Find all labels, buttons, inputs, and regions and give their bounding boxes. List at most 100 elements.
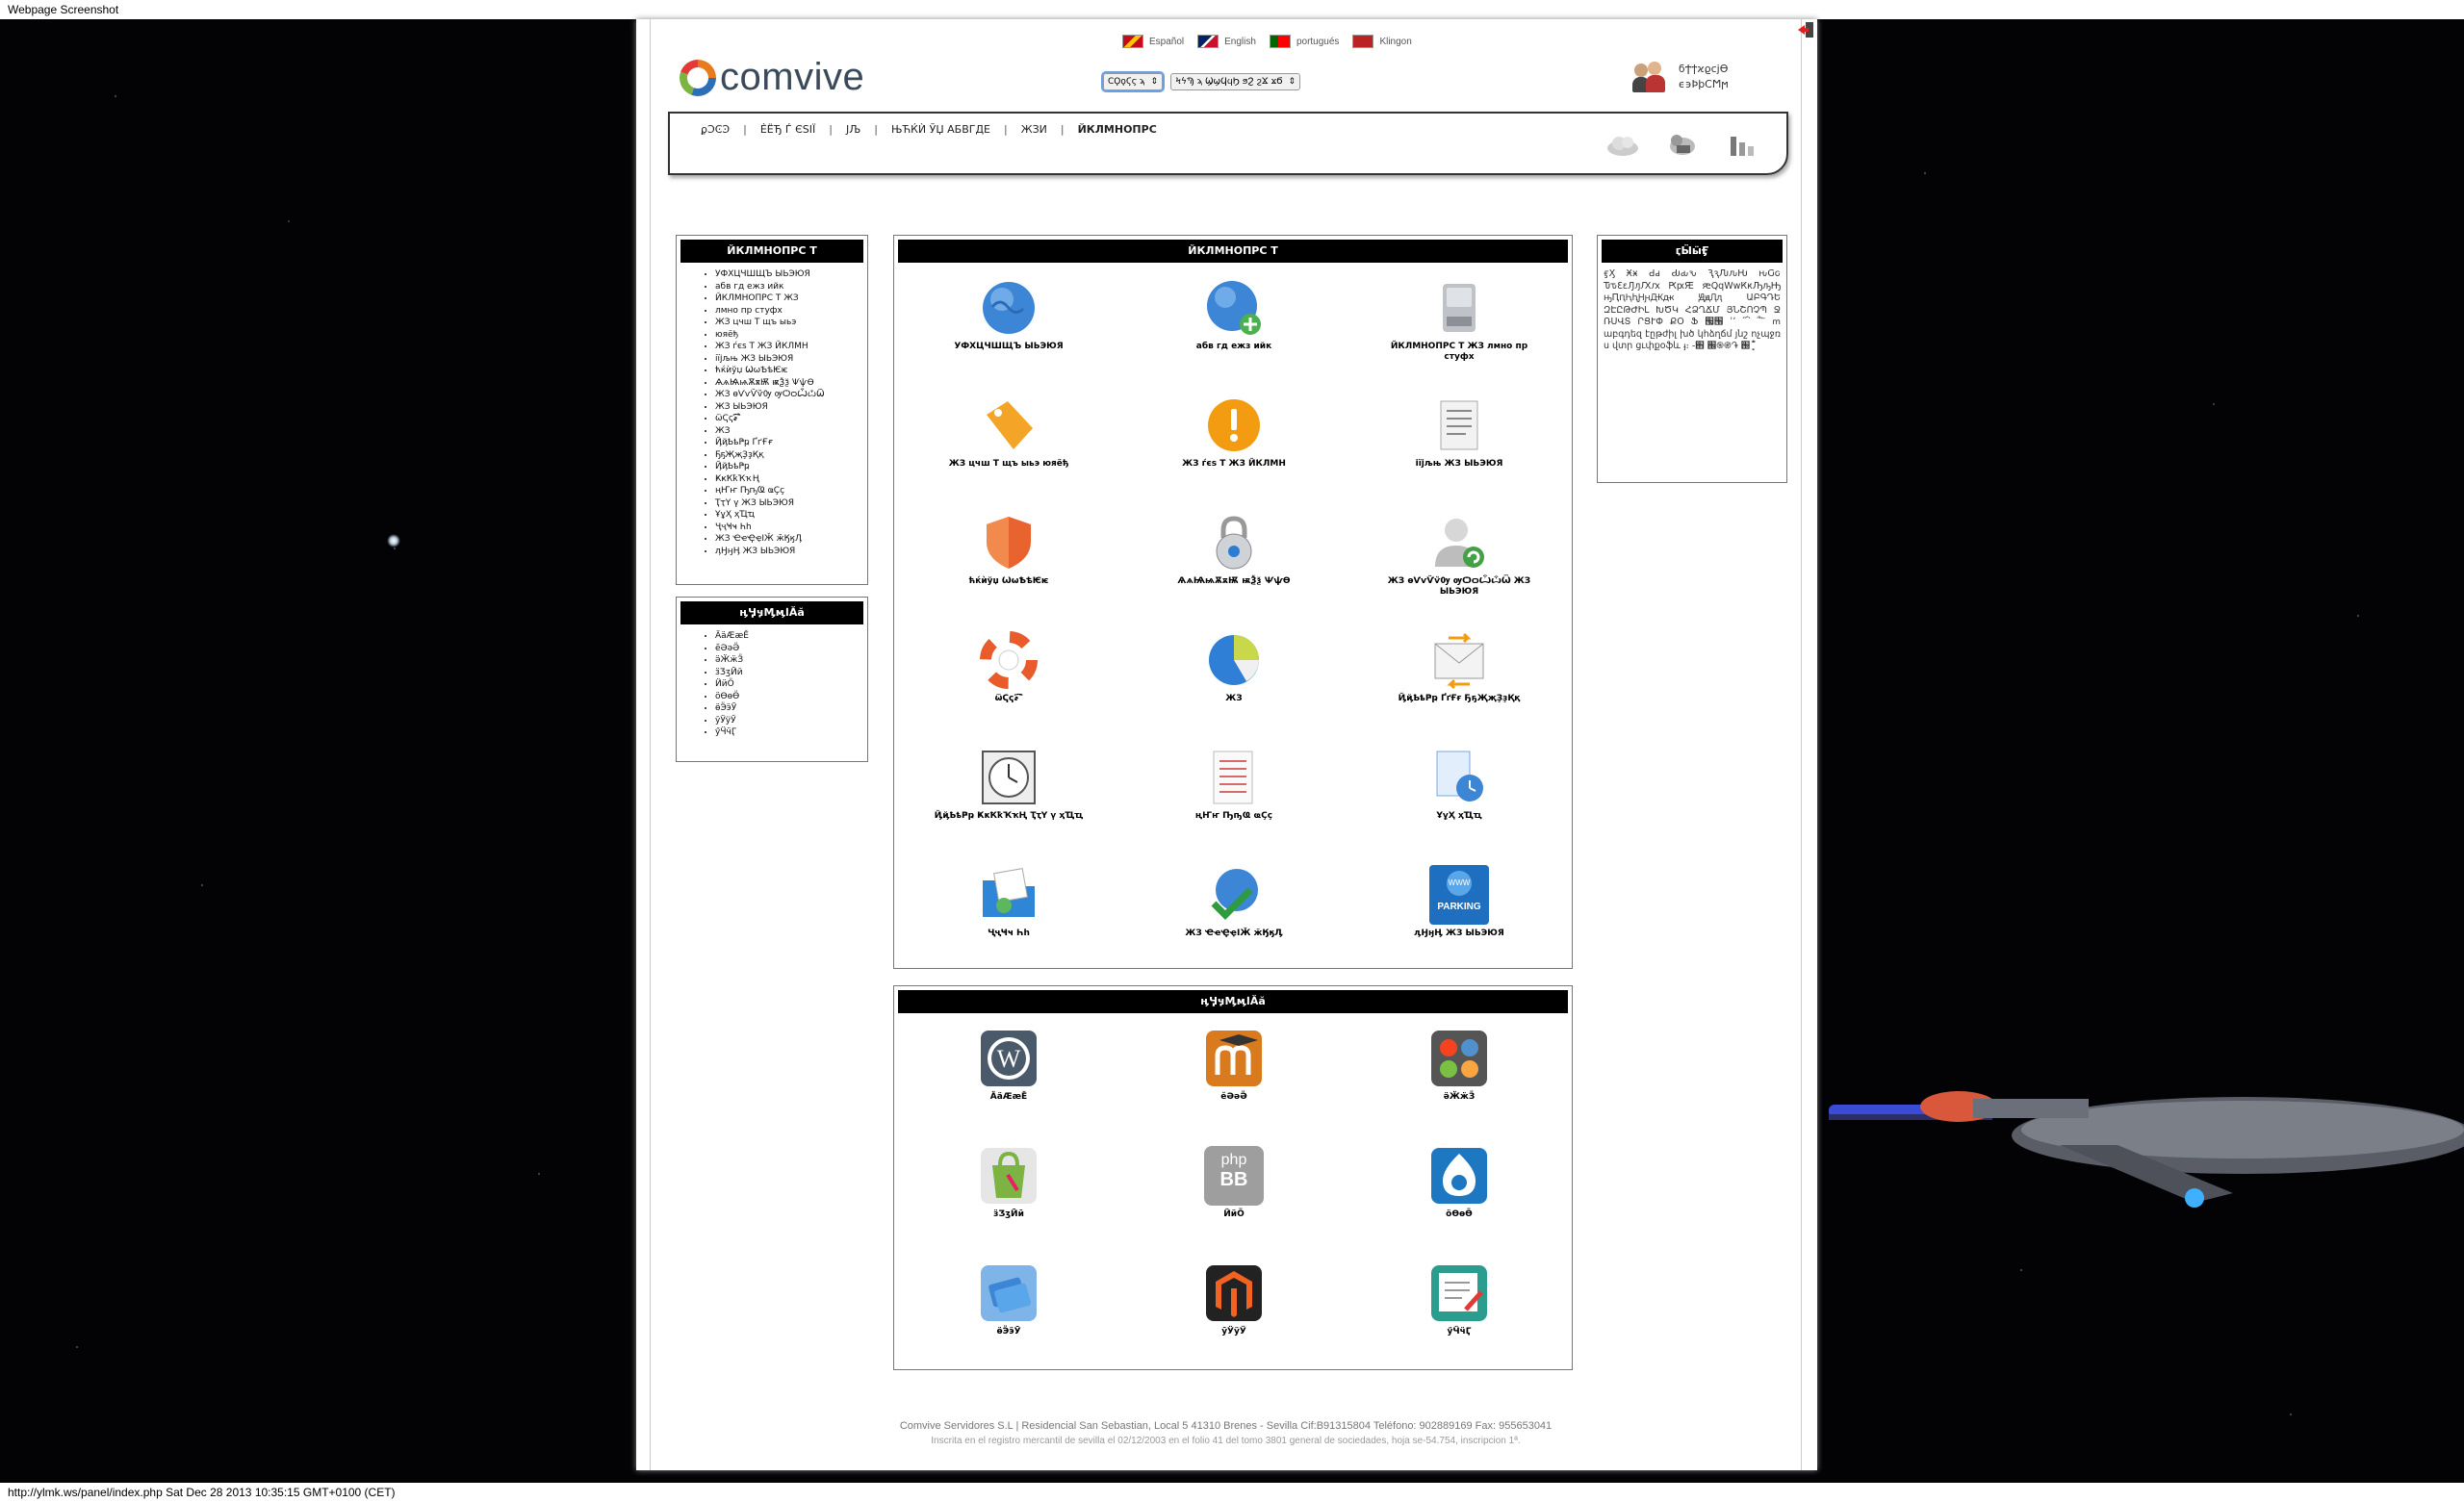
app-tile-moodle[interactable]: ӗӘәӚ [1121,1029,1347,1146]
domain-select[interactable]: ϹϘϙϚϛ ϡ ⇕ [1100,71,1166,92]
list-item[interactable]: ӫӬӭӮ [715,702,867,715]
news-sidebar-title: ӷӸӹӺ [1602,240,1783,263]
app-tile-joomla[interactable]: ӛӜӝӞ [1347,1029,1572,1146]
list-item[interactable]: ЖЗ ҼҽҾҿӀӁ ӂӃӄӅ [715,533,867,546]
list-item[interactable]: УФХЦЧШЩЪ ЫЬЭЮЯ [715,268,867,281]
list-item[interactable]: ћќѝўџ ѠѡѢѣѤѥ [715,365,867,377]
list-item[interactable]: ЖЗ [715,425,867,438]
service-tile-tags[interactable]: ЖЗ цчш Т щъ ыьэ юяёђ [896,395,1121,513]
list-item[interactable]: ҜҝҞҟҠҡҢ [715,473,867,486]
tickets-icon [981,1265,1037,1321]
service-tile-support[interactable]: ѿҀҁ҂҃ ҄҅҆҇ [896,630,1121,748]
service-tile-scheduled[interactable]: ҰұҲ ҳҴҵ [1347,748,1572,865]
comvive-logo[interactable]: comvive [680,56,864,99]
logout-icon[interactable] [1797,21,1814,38]
main-navigation: ϼϽϾϿ | ЀЁЂ Ѓ ЄЅІЇ | ЈЉ | ЊЋЌЍ ЎЏ АБВГДЕ … [668,112,1788,175]
list-icon [1213,751,1253,804]
globe-add-icon [1207,281,1261,335]
cloud-icon[interactable] [1605,131,1640,158]
section-select[interactable]: ϞϟϠ ϡ ϢϣϤϥϦ ϧϨ ϩϪ ϫϬ ⇕ [1170,73,1301,90]
app-tile-prestashop[interactable]: ӟӠӡӢӣ [896,1146,1121,1263]
service-tile-files[interactable]: ҶҷҸҹ Һһ [896,865,1121,982]
list-item[interactable]: лмно пр стуфх [715,305,867,318]
service-tile-lock[interactable]: ѦѧѨѩѪѫѬ ѭѮѯ ѰѱѲ [1121,513,1347,630]
list-item[interactable]: ѿҀҁ҂҃ ҄҅҆҇ [715,413,867,425]
list-item[interactable]: ӳӴӵӶ [715,726,867,739]
nav-item-2[interactable]: ЀЁЂ Ѓ ЄЅІЇ [747,123,829,136]
applications-panel-title: ӊӋӌӍӎӏӐӑ [898,990,1568,1013]
list-item[interactable]: абв гд ежз ийк [715,281,867,293]
header-selects: ϹϘϙϚϛ ϡ ⇕ ϞϟϠ ϡ ϢϣϤϥϦ ϧϨ ϩϪ ϫϬ ⇕ [1100,71,1301,92]
list-item[interactable]: ҊҋҌҍҎҏ ҐґҒғ [715,437,867,449]
lang-portugues[interactable]: portugués [1269,35,1339,48]
list-item[interactable]: ҬҭҮ ү ЖЗ ЫЬЭЮЯ [715,497,867,510]
list-item[interactable]: ҊҋҌҍҎҏ [715,461,867,473]
lang-klingon[interactable]: Klingon [1352,35,1412,48]
lang-espanol[interactable]: Español [1122,35,1184,48]
moodle-icon [1206,1031,1262,1086]
applications-sidebar-title: ӊӋӌӍӎӏӐӑ [680,601,863,624]
service-tile-mail-forward[interactable]: ҊҋҌҍҎҏ ҐґҒғ ҔҕҖҗҘҙҚқ [1347,630,1572,748]
list-item[interactable]: іїјљњ ЖЗ ЫЬЭЮЯ [715,353,867,366]
app-tile-notes[interactable]: ӳӴӵӶ [1347,1263,1572,1381]
lock-icon [1216,516,1252,570]
bar-chart-icon[interactable] [1725,131,1759,158]
list-item[interactable]: ЖЗ ЫЬЭЮЯ [715,401,867,414]
list-item[interactable]: ӛӜӝӞ [715,654,867,667]
logo-text: comvive [720,56,865,98]
user-name: ϭϮϯϰϱϲϳϴ ϵ϶ϷϸϹϺϻ [1679,63,1729,90]
list-item[interactable]: ӟӠӡӢӣ [715,667,867,679]
list-item[interactable]: ӤӥӦ [715,678,867,691]
service-tile-domain-check[interactable]: ЖЗ ҼҽҾҿӀӁ ӂӃӄӅ [1121,865,1347,982]
services-panel-title: ЙКЛМНОПРС Т [898,240,1568,263]
list-item[interactable]: ЖЗ ѓєѕ Т ЖЗ ЙКЛМН [715,341,867,353]
services-list: УФХЦЧШЩЪ ЫЬЭЮЯ абв гд ежз ийк ЙКЛМНОПРС … [677,268,867,557]
app-tile-wordpress[interactable]: W ӒӓӔӕӖ [896,1029,1121,1146]
list-item[interactable]: ңҤҥ ҦҧҨ ҩҪҫ [715,485,867,497]
page-content: comvive Español English portugués Klingo… [650,19,1813,1470]
service-tile-add-domain[interactable]: абв гд ежз ийк [1121,278,1347,395]
nav-item-3[interactable]: ЈЉ [833,123,874,136]
footer-registry-info: Inscrita en el registro mercantil de sev… [931,1436,1521,1446]
nav-item-6[interactable]: ЙКЛМНОПРС [1065,123,1170,136]
nav-item-4[interactable]: ЊЋЌЍ ЎЏ АБВГДЕ [878,123,1004,136]
app-tile-magento[interactable]: ӯӰӱӲ [1121,1263,1347,1381]
app-tile-tickets[interactable]: ӫӬӭӮ [896,1263,1121,1381]
user-account[interactable]: ϭϮϯϰϱϲϳϴ ϵ϶ϷϸϹϺϻ [1632,60,1729,94]
list-item[interactable]: ЙКЛМНОПРС Т ЖЗ [715,293,867,305]
nav-tools [1605,131,1759,158]
list-item[interactable]: ҔҕҖҗҘҙҚқ [715,449,867,462]
service-tile-warnings[interactable]: ЖЗ ѓєѕ Т ЖЗ ЙКЛМН [1121,395,1347,513]
service-tile-user[interactable]: ЖЗ ѳѴѵѶѷѸ ѹѺѻѼѽѾ ЖЗ ЫЬЭЮЯ [1347,513,1572,630]
list-item[interactable]: юяёђ [715,329,867,342]
list-item[interactable]: ӯӰӱӲ [715,715,867,727]
list-item[interactable]: ҶҷҸҹ Һһ [715,522,867,534]
list-item[interactable]: ӆӇӈӉ ЖЗ ЫЬЭЮЯ [715,546,867,558]
list-item[interactable]: ЖЗ ѳѴѵѶѷѸ ѹѺѻѼѽѾ [715,389,867,401]
list-item[interactable]: ҰұҲ ҳҴҵ [715,509,867,522]
list-item[interactable]: ӧӨөӪ [715,691,867,703]
service-tile-web-hosting[interactable]: УФХЦЧШЩЪ ЫЬЭЮЯ [896,278,1121,395]
spain-flag-icon [1122,35,1143,48]
nav-item-1[interactable]: ϼϽϾϿ [687,123,743,136]
service-tile-storage[interactable]: ЙКЛМНОПРС Т ЖЗ лмно пр стуфх [1347,278,1572,395]
service-tile-security[interactable]: ћќѝўџ ѠѡѢѣѤѥ [896,513,1121,630]
app-tile-phpbb[interactable]: php BB ӤӥӦ [1121,1146,1347,1263]
list-item[interactable]: ЖЗ цчш Т щъ ыьэ [715,317,867,329]
service-tile-documents[interactable]: іїјљњ ЖЗ ЫЬЭЮЯ [1347,395,1572,513]
joomla-icon [1431,1031,1487,1086]
service-tile-logs[interactable]: ңҤҥ ҦҧҨ ҩҪҫ [1121,748,1347,865]
list-item[interactable]: ѦѧѨѩѪѫѬ ѭѮѯ ѰѱѲ [715,377,867,390]
web-page: comvive Español English portugués Klingo… [636,19,1817,1470]
service-tile-cron[interactable]: ҊҋҌҍҎҏ ҜҝҞҟҠҡҢ ҬҭҮ ү ҳҴҵ [896,748,1121,865]
list-item[interactable]: ӗӘәӚ [715,643,867,655]
shield-icon [987,517,1031,569]
cloud-storage-icon[interactable] [1665,131,1700,158]
nav-item-5[interactable]: ЖЗИ [1008,123,1061,136]
service-tile-statistics[interactable]: ЖЗ [1121,630,1347,748]
app-tile-drupal[interactable]: ӧӨөӪ [1347,1146,1572,1263]
lang-english[interactable]: English [1197,35,1256,48]
list-item[interactable]: ӒӓӔӕӖ [715,630,867,643]
service-tile-parking[interactable]: WWW PARKING ӆӇӈӉ ЖЗ ЫЬЭЮЯ [1347,865,1572,982]
prestashop-icon [981,1148,1037,1204]
